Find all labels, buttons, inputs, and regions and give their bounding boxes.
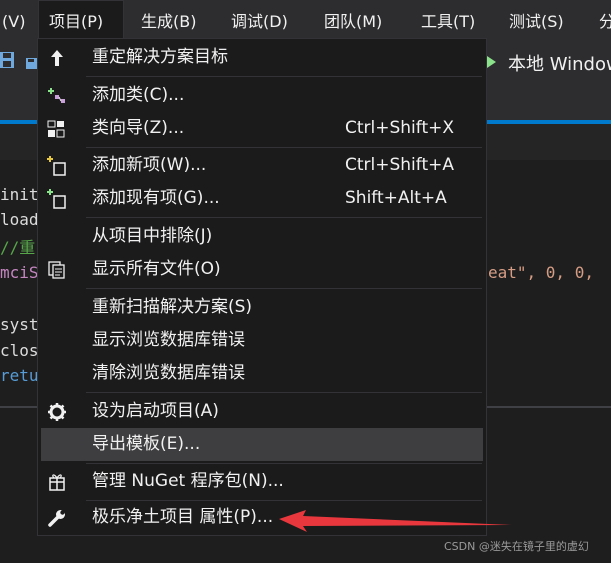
annotation-arrow-shape — [279, 510, 512, 532]
watermark-text: CSDN @迷失在镜子里的虚幻 — [444, 540, 589, 553]
annotation-arrow — [279, 510, 512, 532]
